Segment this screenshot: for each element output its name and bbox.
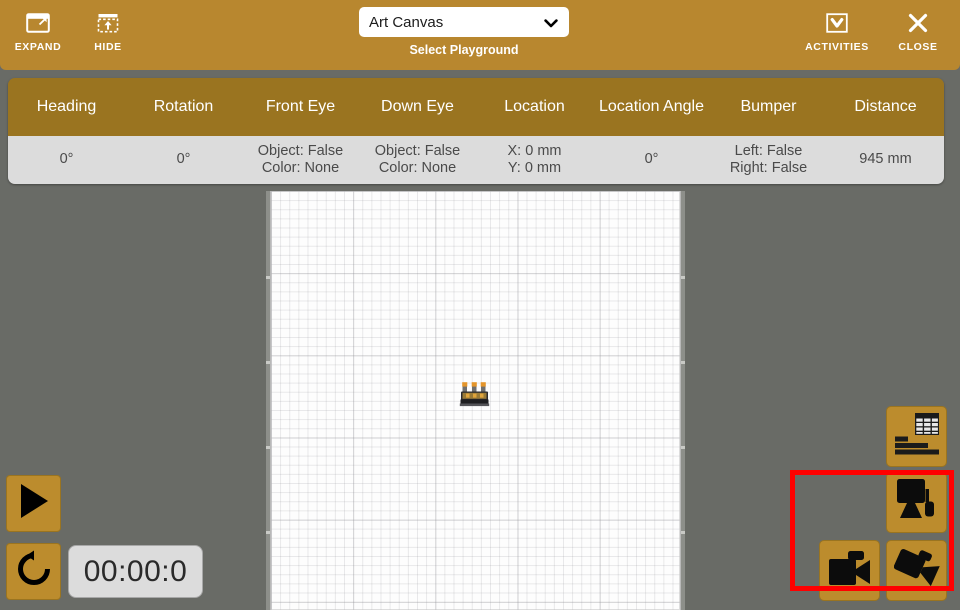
close-x-icon	[907, 8, 929, 38]
column-header-front-eye: Front Eye	[242, 78, 359, 136]
activities-button[interactable]: ACTIVITIES	[801, 8, 873, 53]
status-table-header-row: Heading Rotation Front Eye Down Eye Loca…	[8, 78, 944, 136]
hide-panel-icon	[97, 8, 119, 38]
playground-select-group: Art Canvas Select Playground	[359, 7, 569, 57]
data-table-button[interactable]	[886, 406, 947, 467]
column-header-heading: Heading	[8, 78, 125, 136]
playground-select[interactable]: Art Canvas	[359, 7, 569, 37]
video-camera-icon	[827, 548, 873, 593]
activities-label: ACTIVITIES	[805, 41, 869, 53]
play-icon	[17, 482, 51, 525]
monitor-button[interactable]	[886, 472, 947, 533]
monitor-icon	[894, 477, 940, 528]
close-button[interactable]: CLOSE	[882, 8, 954, 53]
play-button[interactable]	[6, 475, 61, 532]
video-button[interactable]	[819, 540, 880, 601]
timer-display: 00:00:0	[68, 545, 203, 598]
hide-button[interactable]: HIDE	[72, 8, 144, 53]
stage-rail-right	[681, 191, 685, 610]
cell-location: X: 0 mm Y: 0 mm	[476, 136, 593, 184]
cell-distance: 945 mm	[827, 136, 944, 184]
column-header-rotation: Rotation	[125, 78, 242, 136]
select-playground-label: Select Playground	[409, 43, 519, 57]
camera-angle-icon	[893, 547, 940, 594]
simulator-window: EXPAND HIDE Art Canvas Select Playground…	[0, 0, 960, 610]
cell-rotation: 0°	[125, 136, 242, 184]
status-table: Heading Rotation Front Eye Down Eye Loca…	[8, 78, 944, 184]
reset-button[interactable]	[6, 543, 61, 600]
hide-label: HIDE	[94, 41, 122, 53]
cell-down-eye: Object: False Color: None	[359, 136, 476, 184]
column-header-bumper: Bumper	[710, 78, 827, 136]
activities-dropdown-icon	[825, 8, 849, 38]
close-label: CLOSE	[898, 41, 938, 53]
column-header-down-eye: Down Eye	[359, 78, 476, 136]
data-table-icon	[893, 411, 941, 462]
cell-front-eye: Object: False Color: None	[242, 136, 359, 184]
column-header-location: Location	[476, 78, 593, 136]
column-header-location-angle: Location Angle	[593, 78, 710, 136]
app-header: EXPAND HIDE Art Canvas Select Playground…	[0, 0, 960, 70]
table-row: 0° 0° Object: False Color: None Object: …	[8, 136, 944, 184]
column-header-distance: Distance	[827, 78, 944, 136]
cell-heading: 0°	[8, 136, 125, 184]
robot-sprite[interactable]	[459, 379, 490, 408]
expand-window-icon	[26, 8, 50, 38]
expand-label: EXPAND	[14, 41, 62, 53]
playground-select-wrapper: Art Canvas	[359, 7, 569, 37]
reset-circular-arrow-icon	[15, 550, 53, 593]
cell-bumper: Left: False Right: False	[710, 136, 827, 184]
camera-button[interactable]	[886, 540, 947, 601]
expand-button[interactable]: EXPAND	[2, 8, 74, 53]
cell-location-angle: 0°	[593, 136, 710, 184]
